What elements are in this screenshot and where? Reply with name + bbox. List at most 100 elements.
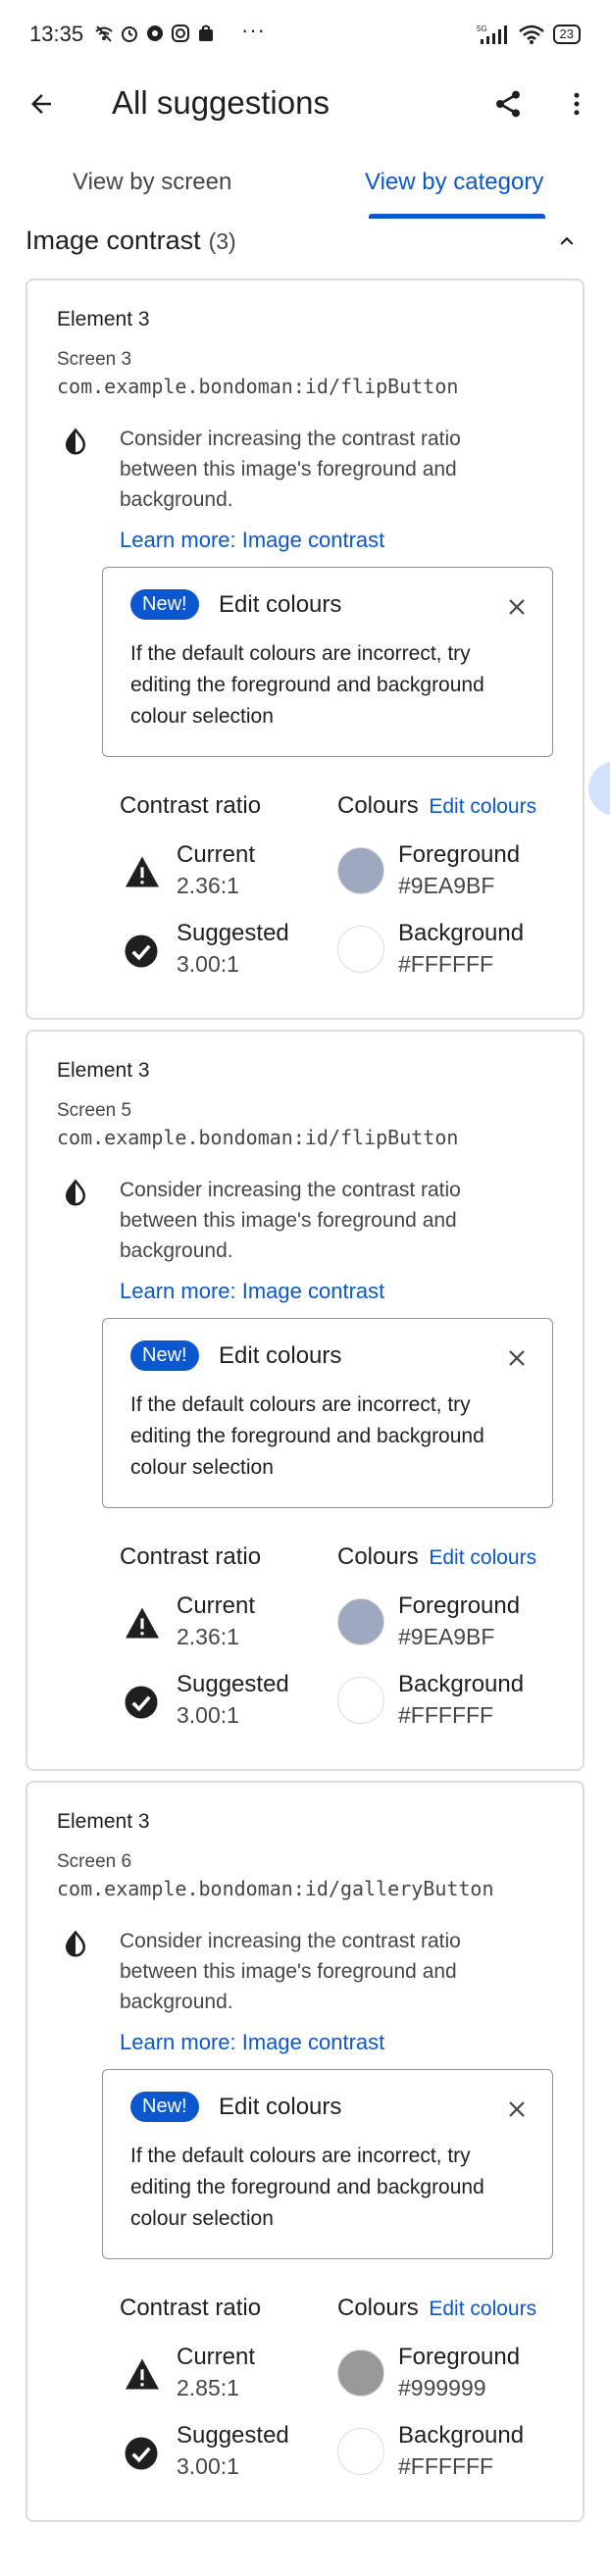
wifi-icon bbox=[518, 25, 544, 44]
tab-selected-indicator bbox=[369, 214, 545, 219]
background-swatch[interactable] bbox=[337, 1677, 384, 1724]
colours-heading: Colours Edit colours bbox=[337, 792, 536, 820]
suggested-ratio: 3.00:1 bbox=[177, 2453, 239, 2479]
contrast-icon bbox=[65, 1930, 86, 1957]
screen-name: Screen 3 bbox=[57, 349, 132, 370]
element-name: Element 3 bbox=[57, 1059, 150, 1082]
screen-name: Screen 6 bbox=[57, 1851, 132, 1872]
edit-colours-title: Edit colours bbox=[219, 1342, 342, 1369]
edit-colours-link[interactable]: Edit colours bbox=[429, 1546, 536, 1569]
tab-view-by-screen[interactable]: View by screen bbox=[73, 169, 231, 196]
current-ratio: 2.36:1 bbox=[177, 873, 239, 898]
close-icon bbox=[509, 2101, 525, 2117]
current-label: Current bbox=[177, 1592, 256, 1619]
close-icon bbox=[509, 599, 525, 615]
close-icon bbox=[509, 1350, 525, 1366]
suggested-label: Suggested bbox=[177, 2422, 289, 2449]
background-swatch[interactable] bbox=[337, 2428, 384, 2475]
check-circle-icon bbox=[125, 934, 158, 968]
edit-colours-tip: New! Edit colours If the default colours… bbox=[102, 2069, 553, 2259]
current-ratio: 2.85:1 bbox=[177, 2375, 239, 2400]
edit-colours-tip: New! Edit colours If the default colours… bbox=[102, 1318, 553, 1508]
resource-id: com.example.bondoman:id/flipButton bbox=[57, 1126, 459, 1149]
foreground-swatch[interactable] bbox=[337, 1598, 384, 1645]
shopping-icon bbox=[199, 25, 213, 41]
edit-colours-link[interactable]: Edit colours bbox=[429, 2298, 536, 2320]
status-system-icons: 5G 23 bbox=[477, 24, 581, 45]
foreground-label: Foreground bbox=[398, 841, 521, 868]
check-circle-icon bbox=[125, 1686, 158, 1719]
background-hex: #FFFFFF bbox=[398, 951, 494, 977]
background-hex: #FFFFFF bbox=[398, 1702, 494, 1728]
resource-id: com.example.bondoman:id/galleryButton bbox=[57, 1877, 494, 1900]
edit-colours-body: If the default colours are incorrect, tr… bbox=[130, 2145, 484, 2230]
resource-id: com.example.bondoman:id/flipButton bbox=[57, 375, 459, 398]
foreground-swatch[interactable] bbox=[337, 847, 384, 894]
view-tabs: View by screen View by category bbox=[0, 155, 610, 222]
colours-label: Colours bbox=[337, 792, 419, 819]
suggestion-card: Element 3 Screen 3 com.example.bondoman:… bbox=[25, 278, 585, 1020]
suggestion-card: Element 3 Screen 6 com.example.bondoman:… bbox=[25, 1781, 585, 2522]
suggested-label: Suggested bbox=[177, 920, 289, 946]
element-name: Element 3 bbox=[57, 308, 150, 330]
warning-icon bbox=[126, 2358, 159, 2390]
close-tip-button[interactable] bbox=[499, 2092, 534, 2127]
learn-more-link[interactable]: Learn more: Image contrast bbox=[120, 528, 384, 553]
check-circle-icon bbox=[125, 2437, 158, 2470]
page-title: All suggestions bbox=[112, 84, 330, 121]
foreground-hex: #999999 bbox=[398, 2375, 486, 2400]
colours-label: Colours bbox=[337, 1543, 419, 1570]
warning-icon bbox=[126, 1607, 159, 1639]
edit-colours-body: If the default colours are incorrect, tr… bbox=[130, 642, 484, 728]
background-swatch[interactable] bbox=[337, 926, 384, 973]
section-title-text: Image contrast bbox=[25, 226, 201, 255]
learn-more-link[interactable]: Learn more: Image contrast bbox=[120, 2030, 384, 2055]
status-time: 13:35 bbox=[29, 22, 84, 46]
instagram-icon bbox=[172, 25, 189, 42]
suggested-label: Suggested bbox=[177, 1671, 289, 1697]
contrast-ratio-heading: Contrast ratio bbox=[120, 792, 262, 819]
background-label: Background bbox=[398, 1671, 525, 1697]
current-label: Current bbox=[177, 841, 256, 868]
battery-indicator: 23 bbox=[552, 25, 581, 44]
more-vert-icon bbox=[574, 92, 580, 116]
contrast-icon bbox=[65, 1179, 86, 1206]
edit-colours-tip: New! Edit colours If the default colours… bbox=[102, 567, 553, 757]
warning-icon bbox=[126, 856, 159, 887]
section-header-image-contrast[interactable]: Image contrast (3) bbox=[0, 222, 610, 271]
status-notification-icons bbox=[94, 24, 216, 43]
background-label: Background bbox=[398, 2422, 525, 2449]
foreground-swatch[interactable] bbox=[337, 2349, 384, 2397]
screen-name: Screen 5 bbox=[57, 1100, 132, 1121]
element-name: Element 3 bbox=[57, 1810, 150, 1833]
edit-colours-body: If the default colours are incorrect, tr… bbox=[130, 1393, 484, 1479]
floating-assist-handle[interactable] bbox=[588, 761, 610, 816]
new-badge: New! bbox=[130, 589, 199, 620]
close-tip-button[interactable] bbox=[499, 589, 534, 625]
close-tip-button[interactable] bbox=[499, 1340, 534, 1376]
suggestion-description: Consider increasing the contrast ratio b… bbox=[120, 1179, 461, 1262]
edit-colours-title: Edit colours bbox=[219, 2094, 342, 2120]
section-count: (3) bbox=[208, 228, 236, 254]
suggestion-card: Element 3 Screen 5 com.example.bondoman:… bbox=[25, 1030, 585, 1771]
alarm-icon bbox=[122, 26, 137, 42]
current-label: Current bbox=[177, 2344, 256, 2370]
learn-more-link[interactable]: Learn more: Image contrast bbox=[120, 1279, 384, 1304]
back-button[interactable] bbox=[20, 82, 63, 126]
current-ratio: 2.36:1 bbox=[177, 1624, 239, 1649]
contrast-ratio-heading: Contrast ratio bbox=[120, 1543, 262, 1570]
status-more-indicator: ··· bbox=[241, 18, 266, 42]
foreground-label: Foreground bbox=[398, 1592, 521, 1619]
edit-colours-link[interactable]: Edit colours bbox=[429, 795, 536, 818]
section-title: Image contrast (3) bbox=[25, 226, 236, 256]
colours-heading: Colours Edit colours bbox=[337, 1543, 536, 1571]
suggested-ratio: 3.00:1 bbox=[177, 1702, 239, 1728]
collapse-button[interactable] bbox=[547, 222, 586, 261]
share-button[interactable] bbox=[486, 82, 530, 126]
network-type: 5G bbox=[477, 25, 487, 33]
colours-label: Colours bbox=[337, 2295, 419, 2321]
background-label: Background bbox=[398, 920, 525, 946]
suggested-ratio: 3.00:1 bbox=[177, 951, 239, 977]
more-options-button[interactable] bbox=[555, 82, 598, 126]
tab-view-by-category[interactable]: View by category bbox=[365, 169, 543, 196]
